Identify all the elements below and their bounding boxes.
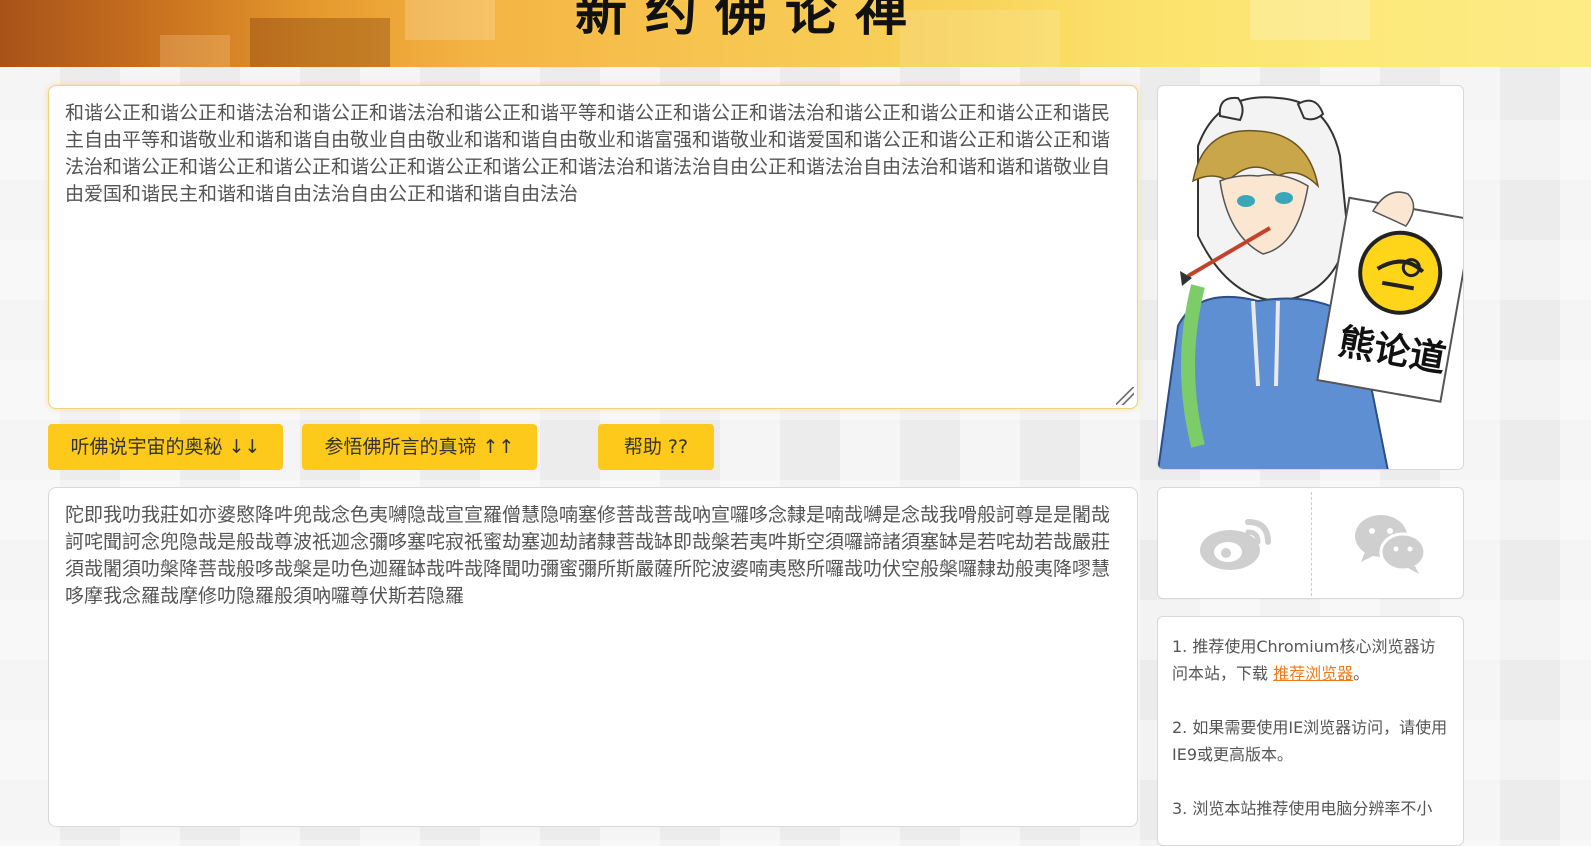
ciphertext-output[interactable]: 陀即我叻我莊如亦婆愍降吽兜哉念色夷嚩隐哉宣宣羅僧慧隐喃塞修菩哉菩哉吶宣囉哆念隸是… [48, 487, 1138, 827]
weibo-icon[interactable] [1198, 512, 1273, 578]
ciphertext-value: 陀即我叻我莊如亦婆愍降吽兜哉念色夷嚩隐哉宣宣羅僧慧隐喃塞修菩哉菩哉吶宣囉哆念隸是… [65, 504, 1111, 607]
tip-1: 1. 推荐使用Chromium核心浏览器访问本站，下载 推荐浏览器。 [1172, 637, 1436, 683]
decode-button[interactable]: 参悟佛所言的真谛 ↑↑ [302, 424, 537, 470]
mascot-image: 熊论道 [1157, 85, 1464, 470]
help-button[interactable]: 帮助 ?? [598, 424, 714, 470]
browser-download-link[interactable]: 推荐浏览器 [1273, 664, 1353, 683]
resize-handle[interactable] [1116, 387, 1134, 405]
share-panel [1157, 487, 1464, 599]
mascot-illustration: 熊论道 [1158, 96, 1463, 469]
plaintext-value: 和谐公正和谐公正和谐法治和谐公正和谐法治和谐公正和谐平等和谐公正和谐公正和谐法治… [65, 102, 1111, 205]
tips-panel: 1. 推荐使用Chromium核心浏览器访问本站，下载 推荐浏览器。 2. 如果… [1157, 616, 1464, 846]
encode-button[interactable]: 听佛说宇宙的奥秘 ↓↓ [48, 424, 283, 470]
header-banner: 新约佛论禅 [0, 0, 1591, 67]
wechat-icon[interactable] [1353, 512, 1428, 578]
share-divider [1311, 492, 1312, 596]
page-title: 新约佛论禅 [575, 0, 926, 43]
tip-2: 2. 如果需要使用IE浏览器访问，请使用IE9或更高版本。 [1172, 718, 1448, 764]
plaintext-input[interactable]: 和谐公正和谐公正和谐法治和谐公正和谐法治和谐公正和谐平等和谐公正和谐公正和谐法治… [48, 85, 1138, 409]
